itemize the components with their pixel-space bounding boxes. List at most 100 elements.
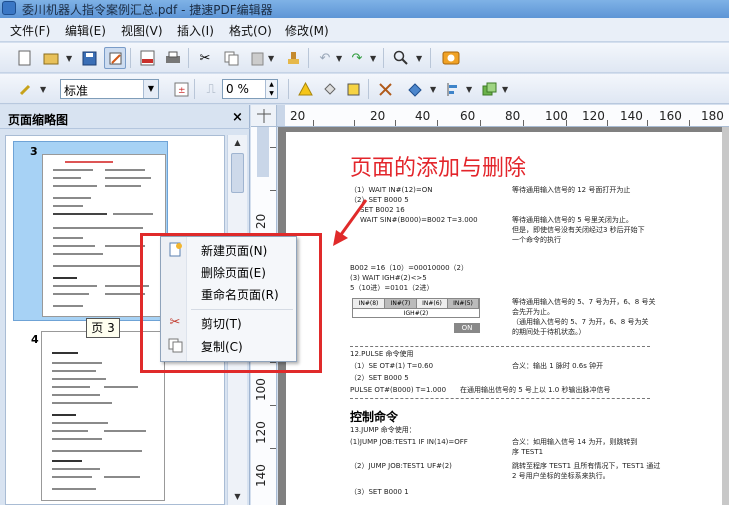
doc-text-line[interactable]: （1）SE OT#(1) T=0.60 [350,362,433,371]
menu-edit[interactable]: 编辑(E) [65,22,106,39]
ruler-label: 120 [254,421,268,444]
print-icon[interactable] [162,47,184,69]
doc-text-line[interactable]: 序 TEST1 [512,448,543,457]
tools-icon[interactable] [374,78,396,100]
document-page[interactable]: 页面的添加与删除 （1）WAIT IN#(12)=ON （2）SET B000 … [286,132,726,505]
opacity-icon[interactable]: ⎍ [200,78,222,100]
doc-text-line[interactable]: （3）SET B000 1 [350,488,409,497]
ruler-label: 140 [620,109,643,123]
doc-text-line[interactable]: 在通用输出信号的 5 号上以 1.0 秒输出脉冲信号 [460,386,611,395]
ruler-margin-marker [257,127,269,177]
align-dropdown-arrow-icon[interactable]: ▼ [466,85,472,94]
document-heading[interactable]: 页面的添加与删除 [350,150,526,182]
export-pdf-icon[interactable] [136,47,158,69]
doc-text-line[interactable]: 一个命令的执行 [512,236,561,245]
arrange-dropdown-arrow-icon[interactable]: ▼ [502,85,508,94]
undo-icon[interactable]: ↶ [314,47,336,69]
copy-icon[interactable] [220,47,242,69]
scroll-down-arrow-icon[interactable]: ▼ [228,489,247,505]
ruler-label: 60 [460,109,476,123]
doc-text-line[interactable]: (1)JUMP JOB:TEST1 IF IN(14)=OFF [350,438,468,447]
doc-text-line[interactable]: PULSE OT#(B000) T=1.000 [350,386,446,395]
save-icon[interactable] [78,47,100,69]
doc-text-line[interactable]: 12.PULSE 命令使用 [350,350,413,359]
menu-item-delete-page[interactable]: 删除页面(E) [161,261,296,283]
ruler-corner [251,105,277,127]
doc-text-line[interactable]: WAIT SIN#(B000)=B002 T=3.000 [360,216,478,225]
text-style-icon[interactable]: ± [170,78,192,100]
section-heading[interactable]: 控制命令 [350,408,398,425]
edit-icon[interactable] [104,47,126,69]
border-color-icon[interactable] [342,78,364,100]
menu-item-new-page[interactable]: 新建页面(N) [161,239,296,261]
find-icon[interactable] [390,47,412,69]
menu-format[interactable]: 格式(O) [229,22,272,39]
doc-text-line[interactable]: 5（10进）=0101（2进） [350,284,434,293]
menu-file[interactable]: 文件(F) [10,22,50,39]
doc-text-line[interactable]: 等待通用输入信号的 5、7 号为开，6、8 号关 [512,298,656,307]
menu-item-rename-page[interactable]: 重命名页面(R) [161,283,296,305]
doc-text-line[interactable]: （通用输入信号的 5、7 为开，6、8 号为关 [512,318,649,327]
doc-text-line[interactable]: 等待通用输入信号的 5 号里关闭为止。 [512,216,633,225]
redo-dropdown-arrow-icon[interactable]: ▼ [370,54,376,63]
rotate-dropdown-arrow-icon[interactable]: ▼ [430,85,436,94]
doc-text-line[interactable]: （1）WAIT IN#(12)=ON [350,186,433,195]
toolbar-separator [130,48,131,68]
open-folder-icon[interactable] [40,47,62,69]
arrange-icon[interactable] [478,78,500,100]
doc-text-line[interactable]: 会先开为止。 [512,308,554,317]
format-painter-icon[interactable] [282,47,304,69]
scroll-up-arrow-icon[interactable]: ▲ [228,135,247,151]
align-icon[interactable] [442,78,464,100]
doc-text-line[interactable]: （2）JUMP JOB:TEST1 UF#(2) [350,462,452,471]
highlight-dropdown-arrow-icon[interactable]: ▼ [40,85,46,94]
menu-modify[interactable]: 修改(M) [285,22,329,39]
document-canvas[interactable]: 页面的添加与删除 （1）WAIT IN#(12)=ON （2）SET B000 … [278,127,729,505]
doc-text-line[interactable]: （2）SET B000 5 [350,374,409,383]
find-dropdown-arrow-icon[interactable]: ▼ [416,54,422,63]
style-select-chevron-down-icon[interactable]: ▼ [143,80,158,98]
warning-triangle-icon[interactable] [294,78,316,100]
doc-text-line[interactable]: 跳转至程序 TEST1 且所有情况下，TEST1 通过 [512,462,660,471]
highlight-tool-icon[interactable] [14,78,36,100]
toolbar-separator [194,79,195,99]
divider [350,398,650,399]
doc-text-line[interactable]: 的期间处于待机状态。） [512,328,586,337]
doc-text-line[interactable]: 等待通用输入信号的 12 号面打开为止 [512,186,630,195]
doc-text-line[interactable]: 合义：输出 1 脉时 0.6s 钟开 [512,362,603,371]
undo-dropdown-arrow-icon[interactable]: ▼ [336,54,342,63]
signal-table[interactable]: IN#(8) IN#(7) IN#(6) IN#(5) IGH#(2) [352,298,480,318]
canvas-scrollbar[interactable] [722,127,729,505]
fill-bucket-icon[interactable] [318,78,340,100]
doc-text-line[interactable]: 但是，即使信号没有关闭经过3 秒后开始下 [512,226,645,235]
rotate-icon[interactable] [404,78,426,100]
open-dropdown-arrow-icon[interactable]: ▼ [66,54,72,63]
toolbar-separator [430,48,431,68]
doc-text-line[interactable]: 2 号用户坐标的坐标系来执行。 [512,472,610,481]
menu-item-cut[interactable]: ✂ 剪切(T) [161,312,296,334]
purchase-icon[interactable] [440,47,462,69]
paste-dropdown-arrow-icon[interactable]: ▼ [268,54,274,63]
scrollbar-thumb[interactable] [231,153,244,193]
opacity-input[interactable]: 0 % ▲ ▼ [222,79,278,99]
redo-icon[interactable]: ↷ [346,47,368,69]
copy-icon [167,338,183,354]
close-icon[interactable]: × [232,110,243,125]
menu-item-copy[interactable]: 复制(C) [161,335,296,357]
menu-view[interactable]: 视图(V) [121,22,163,39]
ruler-label: 80 [505,109,521,123]
doc-text-line[interactable]: 13.JUMP 命令使用： [350,426,416,435]
opacity-spinner-icon[interactable]: ▲ ▼ [265,80,277,98]
menu-insert[interactable]: 插入(I) [177,22,214,39]
thumbnail-page-number: 4 [31,333,39,346]
paste-icon[interactable] [246,47,268,69]
thumbnail-page-number: 3 [30,145,38,158]
doc-text-line[interactable]: (3) WAIT IGH#(2)<>5 [350,274,427,283]
doc-text-line[interactable]: B002 =16（10）=00010000（2） [350,264,468,273]
new-document-icon[interactable] [14,47,36,69]
ruler-label: 160 [659,109,682,123]
cut-icon[interactable]: ✂ [194,47,216,69]
style-select[interactable]: 标准 ▼ [60,79,159,99]
ruler-label: 100 [545,109,568,123]
doc-text-line[interactable]: 合义：如用输入信号 14 为开，则跳转到 [512,438,637,447]
